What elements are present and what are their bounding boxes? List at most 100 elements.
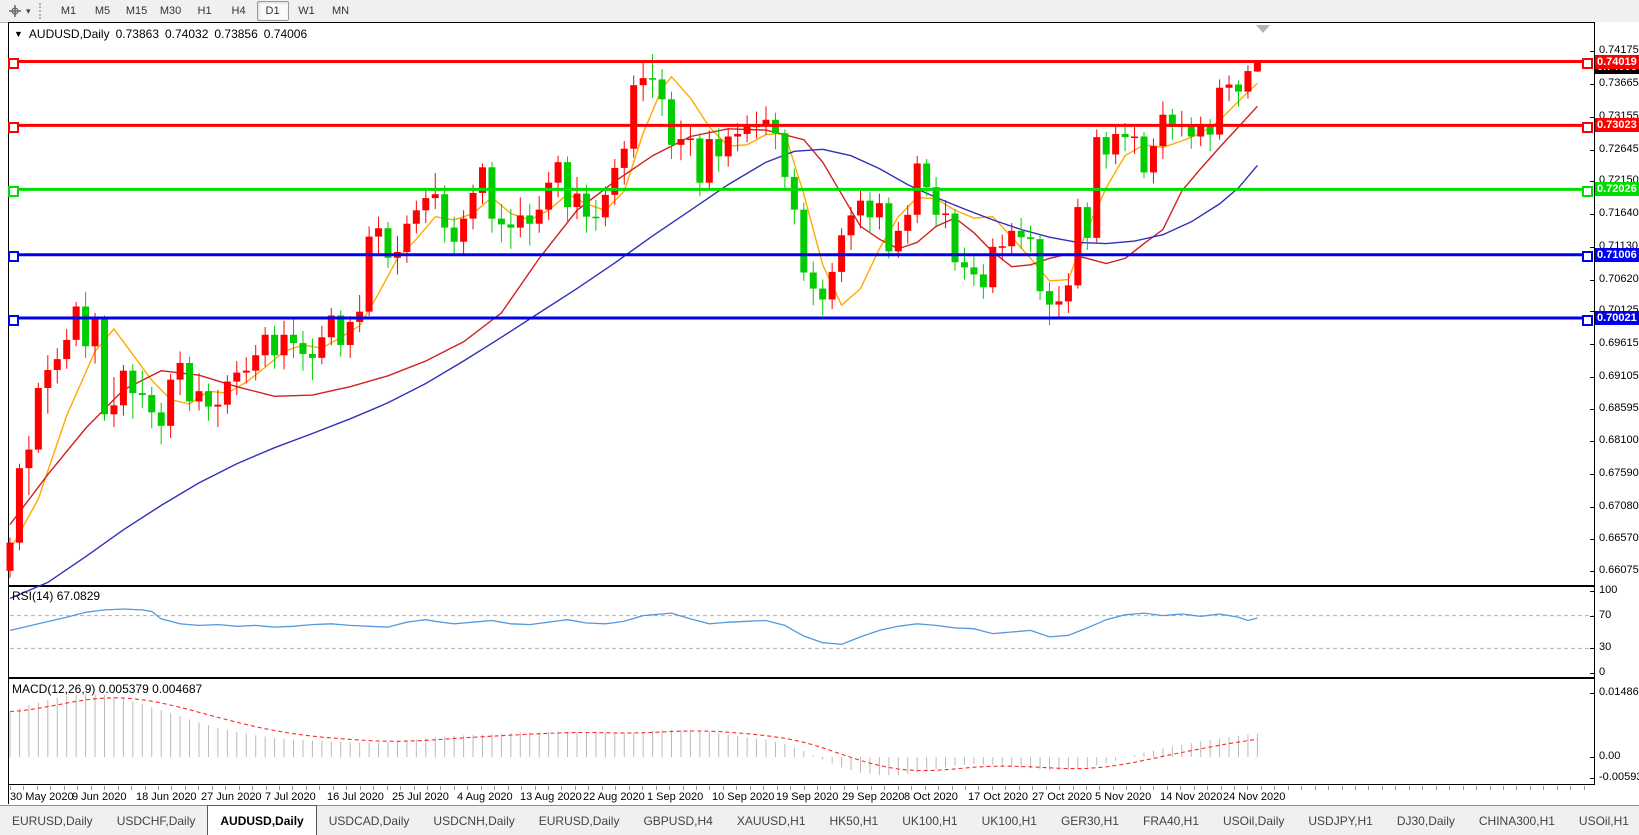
main-price-chart[interactable] — [8, 22, 1594, 585]
axis-tick-mark — [1590, 150, 1594, 151]
chart-tab-xauusd-h1[interactable]: XAUUSD,H1 — [725, 806, 818, 835]
date-tick-mark — [104, 786, 105, 790]
timeframe-button-h1[interactable]: H1 — [189, 1, 221, 21]
axis-tick-mark — [1590, 214, 1594, 215]
chart-tab-china300-h1[interactable]: CHINA300,H1 — [1467, 806, 1567, 835]
date-tick-mark — [1032, 786, 1033, 790]
timeframe-button-m15[interactable]: M15 — [121, 1, 153, 21]
date-tick-mark — [64, 786, 65, 790]
candle-body — [63, 340, 70, 359]
chart-tab-ger30-h1[interactable]: GER30,H1 — [1049, 806, 1131, 835]
candle-body — [810, 273, 817, 289]
date-tick-mark — [23, 786, 24, 790]
chart-tab-usdchf-daily[interactable]: USDCHF,Daily — [105, 806, 208, 835]
line-handle-right[interactable] — [1582, 186, 1593, 197]
timeframe-button-h4[interactable]: H4 — [223, 1, 255, 21]
candle-body — [829, 272, 836, 300]
chart-shift-marker-icon[interactable] — [1256, 25, 1270, 33]
timeframe-button-mn[interactable]: MN — [325, 1, 357, 21]
date-tick-mark — [185, 786, 186, 790]
chart-tab-usoil-h1[interactable]: USOil,H1 — [1567, 806, 1639, 835]
date-tick-mark — [279, 786, 280, 790]
candle-body — [857, 201, 864, 216]
line-handle-left[interactable] — [8, 58, 19, 69]
toolbar-grip[interactable] — [39, 3, 46, 19]
line-handle-right[interactable] — [1582, 315, 1593, 326]
timeframe-button-m30[interactable]: M30 — [155, 1, 187, 21]
date-axis-label: 27 Oct 2020 — [1032, 791, 1092, 803]
candle-body — [1150, 146, 1157, 172]
candle-body — [1112, 134, 1119, 155]
candle-body — [526, 215, 533, 223]
timeframe-button-m5[interactable]: M5 — [87, 1, 119, 21]
line-handle-left[interactable] — [8, 315, 19, 326]
date-axis-label: 5 Nov 2020 — [1095, 791, 1151, 803]
price-axis-column[interactable]: 0.741750.736650.731550.726450.721500.716… — [1595, 22, 1639, 785]
candle-body — [1159, 115, 1166, 146]
date-tick-mark — [1422, 786, 1423, 790]
chevron-down-icon[interactable]: ▾ — [26, 6, 31, 17]
timeframe-button-d1[interactable]: D1 — [257, 1, 289, 21]
chart-tab-uk100-h1[interactable]: UK100,H1 — [970, 806, 1049, 835]
date-tick-mark — [817, 786, 818, 790]
date-axis-label: 14 Nov 2020 — [1160, 791, 1222, 803]
collapse-caret-icon[interactable]: ▼ — [14, 29, 23, 39]
price-tick-label: 0.68595 — [1599, 402, 1639, 414]
macd-tick-label: 0.00 — [1599, 750, 1620, 762]
line-handle-left[interactable] — [8, 122, 19, 133]
date-tick-mark — [884, 786, 885, 790]
chart-tab-usoil-daily[interactable]: USOil,Daily — [1211, 806, 1296, 835]
date-tick-mark — [373, 786, 374, 790]
macd-indicator-panel[interactable] — [8, 679, 1594, 784]
rsi-indicator-panel[interactable] — [8, 587, 1594, 677]
line-handle-right[interactable] — [1582, 122, 1593, 133]
date-tick-mark — [911, 786, 912, 790]
chart-tab-eurusd-daily[interactable]: EURUSD,Daily — [0, 806, 105, 835]
chart-tab-usdjpy-h1[interactable]: USDJPY,H1 — [1296, 806, 1384, 835]
line-handle-right[interactable] — [1582, 58, 1593, 69]
candle-body — [1074, 207, 1081, 285]
line-handle-left[interactable] — [8, 251, 19, 262]
chart-tab-usdcad-daily[interactable]: USDCAD,Daily — [317, 806, 422, 835]
candle-body — [205, 391, 212, 406]
candle-body — [498, 219, 505, 225]
chart-tab-gbpusd-h4[interactable]: GBPUSD,H4 — [631, 806, 724, 835]
axis-tick-mark — [1590, 591, 1594, 592]
date-tick-mark — [1167, 786, 1168, 790]
date-tick-mark — [925, 786, 926, 790]
timeframe-button-m1[interactable]: M1 — [53, 1, 85, 21]
line-handle-right[interactable] — [1582, 251, 1593, 262]
candle-body — [507, 224, 514, 227]
ohlc-close: 0.74006 — [264, 27, 307, 41]
axis-tick-mark — [1590, 474, 1594, 475]
candle-body — [848, 215, 855, 235]
timeframe-button-w1[interactable]: W1 — [291, 1, 323, 21]
chart-tab-dj30-daily[interactable]: DJ30,Daily — [1385, 806, 1467, 835]
axis-tick-mark — [1590, 51, 1594, 52]
date-axis[interactable]: 30 May 20209 Jun 202018 Jun 202027 Jun 2… — [8, 785, 1594, 804]
chart-tab-audusd-daily[interactable]: AUDUSD,Daily — [207, 805, 316, 835]
candle-body — [1055, 301, 1062, 304]
chart-tab-fra40-h1[interactable]: FRA40,H1 — [1131, 806, 1211, 835]
date-tick-mark — [1234, 786, 1235, 790]
chart-tab-eurusd-daily[interactable]: EURUSD,Daily — [527, 806, 632, 835]
date-tick-mark — [427, 786, 428, 790]
candle-body — [233, 373, 240, 382]
line-handle-left[interactable] — [8, 186, 19, 197]
candle-body — [243, 371, 250, 373]
date-tick-mark — [306, 786, 307, 790]
date-tick-mark — [521, 786, 522, 790]
candle-body — [999, 246, 1006, 248]
candle-body — [800, 210, 807, 273]
date-tick-mark — [1342, 786, 1343, 790]
date-tick-mark — [77, 786, 78, 790]
candle-body — [214, 405, 221, 407]
date-tick-mark — [1476, 786, 1477, 790]
candle-body — [158, 412, 165, 425]
axis-tick-mark — [1590, 247, 1594, 248]
date-tick-mark — [642, 786, 643, 790]
crosshair-icon[interactable] — [4, 2, 26, 20]
chart-tab-hk50-h1[interactable]: HK50,H1 — [818, 806, 891, 835]
chart-tab-usdcnh-daily[interactable]: USDCNH,Daily — [421, 806, 526, 835]
chart-tab-uk100-h1[interactable]: UK100,H1 — [890, 806, 969, 835]
